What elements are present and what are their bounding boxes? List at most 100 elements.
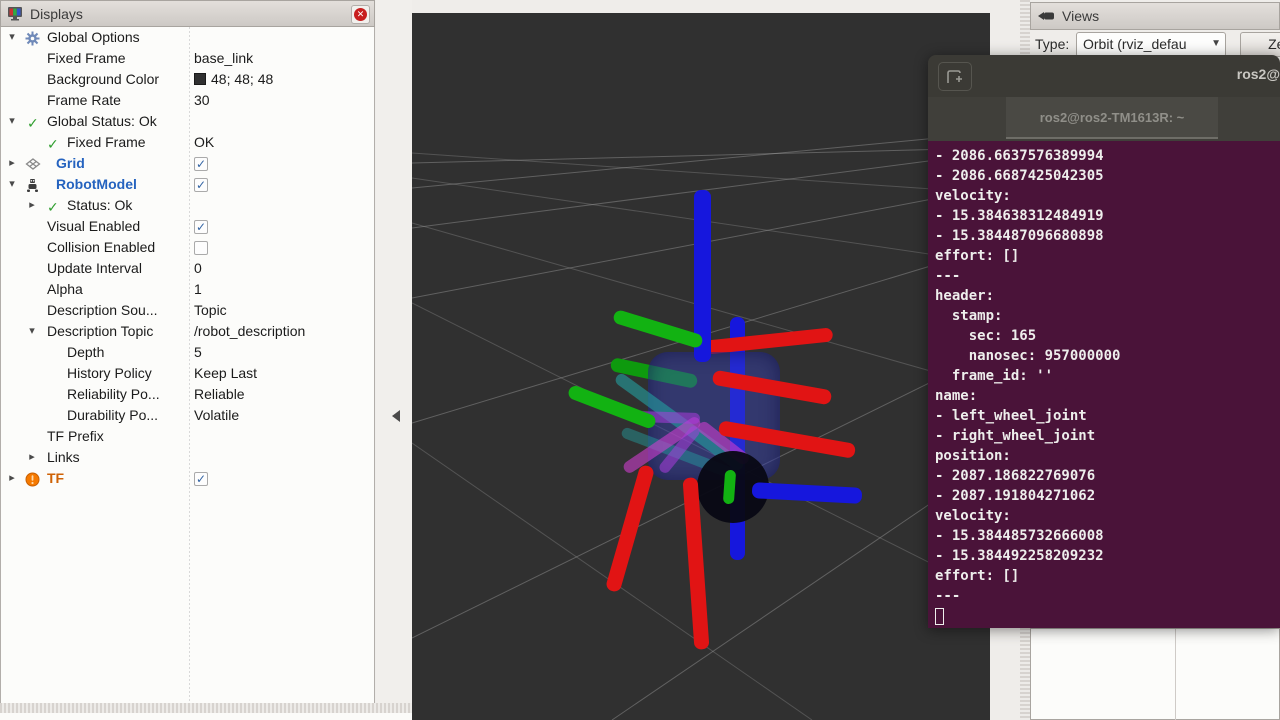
terminal-line: nanosec: 957000000 [935,346,1280,366]
tree-row-background-color[interactable]: Background Color 48; 48; 48 [1,70,375,91]
tree-row-alpha[interactable]: Alpha 1 [1,280,375,301]
type-label: Type: [1035,36,1069,52]
row-value[interactable]: base_link [194,50,253,66]
terminal-line: header: [935,286,1280,306]
tree-row-description-source[interactable]: Description Sou... Topic [1,301,375,322]
row-label: TF [47,470,64,486]
views-panel-title: Views [1062,8,1099,24]
terminal-line: - left_wheel_joint [935,406,1280,426]
row-label: RobotModel [56,176,137,192]
row-value[interactable]: /robot_description [194,323,305,339]
terminal-line: - 15.384487096680898 [935,226,1280,246]
tree-row-durability-policy[interactable]: Durability Po... Volatile [1,406,375,427]
tree-row-robotmodel-status[interactable]: ▸ ✓ Status: Ok [1,196,375,217]
row-value[interactable]: Topic [194,302,227,318]
row-value[interactable]: 0 [194,260,202,276]
terminal-line: - 15.384492258209232 [935,546,1280,566]
status-ok-check-icon: ✓ [27,115,43,130]
terminal-line: frame_id: '' [935,366,1280,386]
panel-collapse-arrow-icon[interactable] [392,410,400,422]
tree-row-history-policy[interactable]: History Policy Keep Last [1,364,375,385]
chevron-down-icon[interactable]: ▾ [5,114,19,127]
tf-enabled-checkbox[interactable]: ✓ [194,472,208,486]
collision-enabled-checkbox[interactable] [194,241,208,255]
tree-row-tf-prefix[interactable]: TF Prefix [1,427,375,448]
row-value[interactable]: 1 [194,281,202,297]
views-list-divider [1175,629,1176,720]
status-ok-check-icon: ✓ [47,136,63,151]
tree-row-description-topic[interactable]: ▾ Description Topic /robot_description [1,322,375,343]
robotmodel-enabled-checkbox[interactable]: ✓ [194,178,208,192]
tree-row-grid[interactable]: ▸ Grid ✓ [1,154,375,175]
terminal-line: velocity: [935,506,1280,526]
new-tab-icon[interactable] [938,62,972,91]
3d-viewport[interactable] [412,13,990,720]
row-label: TF Prefix [47,428,104,444]
terminal-output-area[interactable]: - 2086.6637576389994- 2086.6687425042305… [928,141,1280,628]
row-value[interactable]: 5 [194,344,202,360]
terminal-line: position: [935,446,1280,466]
tree-row-tf[interactable]: ▸ TF ✓ [1,469,375,490]
row-value[interactable]: Volatile [194,407,239,423]
terminal-line: - 2086.6687425042305 [935,166,1280,186]
horizontal-splitter[interactable] [0,703,412,713]
terminal-line: name: [935,386,1280,406]
grid-enabled-checkbox[interactable]: ✓ [194,157,208,171]
tree-row-visual-enabled[interactable]: Visual Enabled ✓ [1,217,375,238]
axis-y-green [723,470,736,505]
row-value[interactable]: 48; 48; 48 [194,71,273,87]
close-icon[interactable]: ✕ [351,5,370,24]
row-label: Alpha [47,281,83,297]
zero-button[interactable]: Zero [1240,32,1280,57]
tree-row-reliability-policy[interactable]: Reliability Po... Reliable [1,385,375,406]
terminal-line: effort: [] [935,246,1280,266]
panel-gap [376,0,412,703]
terminal-cursor [935,608,944,625]
terminal-tabbar[interactable]: ros2@ros2-TM1613R: ~ [928,97,1280,141]
chevron-down-icon[interactable]: ▾ [25,324,39,337]
tree-row-depth[interactable]: Depth 5 [1,343,375,364]
tree-row-frame-rate[interactable]: Frame Rate 30 [1,91,375,112]
terminal-tab[interactable]: ros2@ros2-TM1613R: ~ [1006,97,1218,139]
tree-row-fixed-frame[interactable]: Fixed Frame base_link [1,49,375,70]
terminal-titlebar[interactable]: ros2@ [928,55,1280,97]
chevron-right-icon[interactable]: ▸ [5,471,19,484]
row-label: Global Options [47,29,140,45]
chevron-down-icon[interactable]: ▾ [5,30,19,43]
tree-row-global-status[interactable]: ▾ ✓ Global Status: Ok [1,112,375,133]
row-value: OK [194,134,214,150]
view-type-dropdown[interactable]: Orbit (rviz_defau ▼ [1076,32,1226,57]
chevron-right-icon[interactable]: ▸ [25,450,39,463]
tree-row-collision-enabled[interactable]: Collision Enabled [1,238,375,259]
terminal-line: - 15.384485732666008 [935,526,1280,546]
displays-panel-titlebar[interactable]: Displays ✕ [0,0,375,27]
views-panel-titlebar[interactable]: Views [1030,2,1280,30]
chevron-down-icon[interactable]: ▾ [5,177,19,190]
row-value[interactable]: Reliable [194,386,245,402]
chevron-right-icon[interactable]: ▸ [25,198,39,211]
terminal-line: --- [935,266,1280,286]
row-label: Frame Rate [47,92,121,108]
terminal-line: - right_wheel_joint [935,426,1280,446]
visual-enabled-checkbox[interactable]: ✓ [194,220,208,234]
tree-row-links[interactable]: ▸ Links [1,448,375,469]
displays-icon [7,6,23,21]
terminal-window[interactable]: ros2@ ros2@ros2-TM1613R: ~ - 2086.663757… [928,55,1280,628]
tf-display-icon [25,472,41,487]
displays-tree[interactable]: ▾ Global Options Fixed Frame base_link B… [0,27,375,703]
row-value[interactable]: Keep Last [194,365,257,381]
tree-row-robotmodel[interactable]: ▾ RobotModel ✓ [1,175,375,196]
tree-row-global-options[interactable]: ▾ Global Options [1,28,375,49]
tree-row-update-interval[interactable]: Update Interval 0 [1,259,375,280]
row-label: Description Topic [47,323,153,339]
chevron-right-icon[interactable]: ▸ [5,156,19,169]
color-swatch [194,73,206,85]
rviz-window: Displays ✕ ▾ Global Options Fixed Frame … [0,0,1280,720]
row-label: Fixed Frame [67,134,146,150]
row-value[interactable]: 30 [194,92,210,108]
row-label: Reliability Po... [67,386,160,402]
views-list[interactable] [1030,628,1280,720]
gear-icon [25,31,41,46]
tree-row-fixed-frame-status[interactable]: ✓ Fixed Frame OK [1,133,375,154]
bottom-panel-stub [0,713,412,720]
